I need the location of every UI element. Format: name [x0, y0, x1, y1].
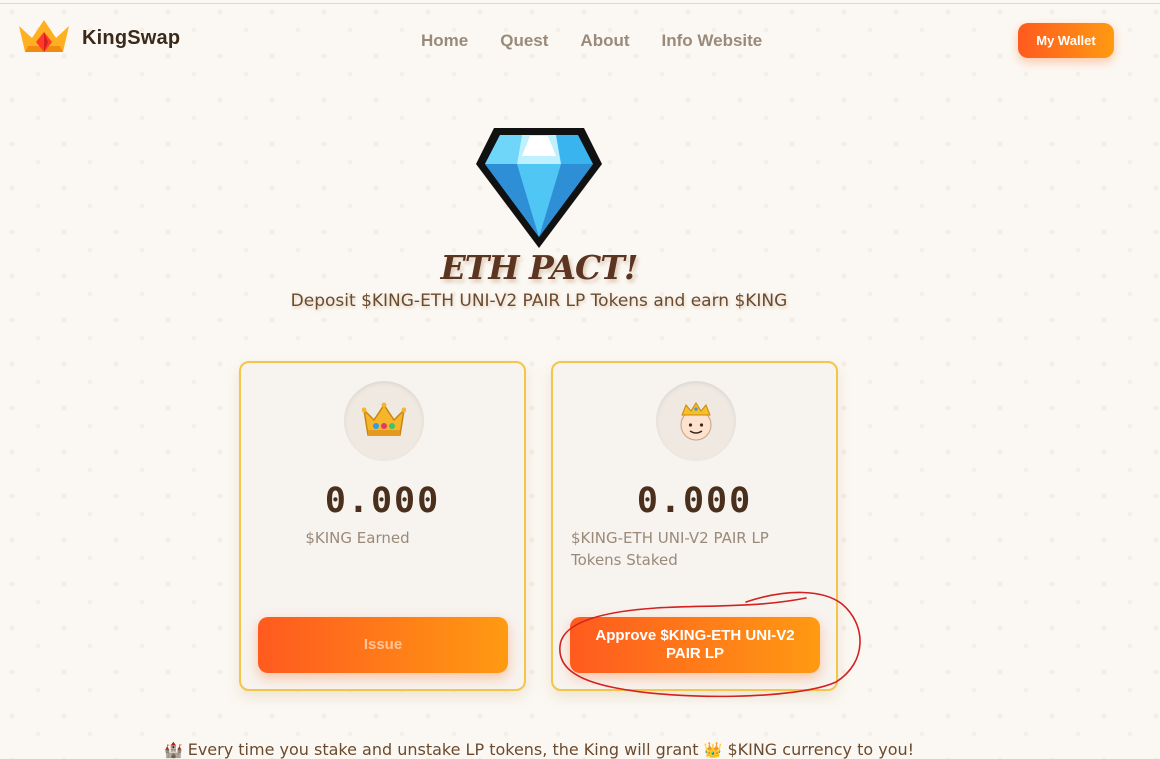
nav-home[interactable]: Home: [421, 31, 468, 51]
staked-value: 0.000: [636, 481, 753, 521]
nav-quest[interactable]: Quest: [500, 31, 548, 51]
page-subtitle: Deposit $KING-ETH UNI-V2 PAIR LP Tokens …: [290, 291, 788, 311]
footer-text-before: Every time you stake and unstake LP toke…: [187, 740, 699, 759]
staked-card: 0.000 $KING-ETH UNI-V2 PAIR LP Tokens St…: [551, 361, 838, 691]
staked-label: $KING-ETH UNI-V2 PAIR LP Tokens Staked: [571, 529, 769, 569]
main-nav: Home Quest About Info Website: [421, 31, 762, 51]
earned-value: 0.000: [324, 481, 441, 521]
crown-small-icon: 👑: [703, 741, 723, 759]
earned-label: $KING Earned: [305, 529, 410, 547]
crown-icon: [344, 381, 424, 461]
issue-button[interactable]: Issue: [258, 617, 508, 673]
earned-card: 0.000 $KING Earned Issue: [239, 361, 526, 691]
my-wallet-button[interactable]: My Wallet: [1018, 23, 1114, 58]
king-face-icon: [656, 381, 736, 461]
brand-name: KingSwap: [82, 26, 181, 49]
footer-note: 🏰 Every time you stake and unstake LP to…: [0, 740, 1078, 759]
footer-text-after: $KING currency to you!: [727, 740, 915, 759]
nav-about[interactable]: About: [580, 31, 629, 51]
diamond-icon: [472, 124, 606, 256]
castle-icon: 🏰: [163, 741, 183, 759]
crown-logo-icon: [16, 16, 72, 60]
page-title: ETH PACT!: [440, 248, 639, 287]
approve-lp-button[interactable]: Approve $KING-ETH UNI-V2 PAIR LP: [570, 617, 820, 673]
nav-info-website[interactable]: Info Website: [662, 31, 763, 51]
top-divider: [0, 3, 1160, 4]
brand-logo[interactable]: KingSwap: [16, 16, 180, 60]
